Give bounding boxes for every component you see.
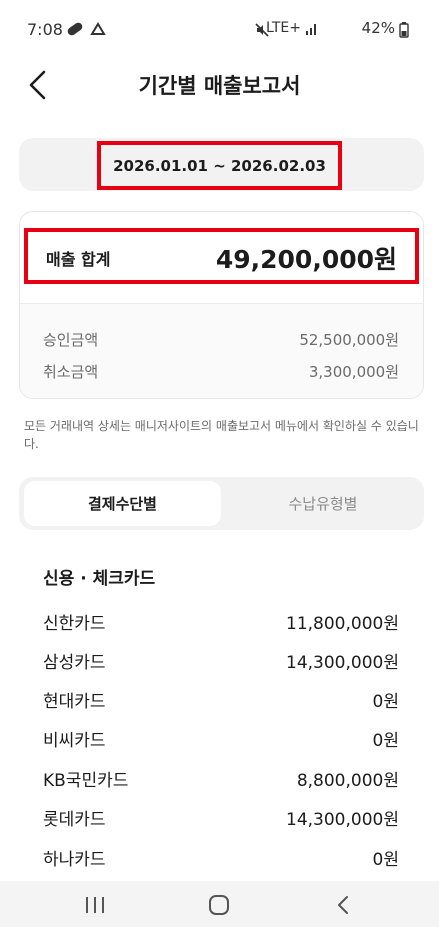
list-item: 롯데카드 14,300,000원 [43,805,399,835]
card-amount: 0원 [372,692,399,712]
page-title: 기간별 매출보고서 [138,74,301,98]
card-amount: 14,300,000원 [286,810,399,830]
status-bar: 7:08 LTE+ 42% [0,0,439,62]
date-range[interactable]: 2026.01.01 ~ 2026.02.03 [97,141,342,190]
card-name: 현대카드 [43,692,106,712]
system-nav-bar [0,881,439,927]
sales-total-value: 49,200,000원 [215,245,397,274]
battery-icon [399,22,409,38]
status-time: 7:08 [27,20,63,39]
card-name: 롯데카드 [43,810,106,830]
app-header: 기간별 매출보고서 [0,62,439,108]
cancelled-amount-label: 취소금액 [43,363,99,381]
nav-back-button[interactable] [323,891,363,919]
signal-icon [306,24,316,35]
list-item: 삼성카드 14,300,000원 [43,648,399,678]
card-name: KB국민카드 [43,771,129,791]
summary-detail-panel [20,303,423,398]
list-item: 비씨카드 0원 [43,726,399,756]
card-amount: 14,300,000원 [286,653,399,673]
list-item: KB국민카드 8,800,000원 [43,766,399,796]
approved-amount-value: 52,500,000원 [299,331,399,349]
network-label: LTE+ [266,20,301,36]
card-name: 삼성카드 [43,653,106,673]
card-amount: 0원 [372,731,399,751]
triangle-icon [90,22,106,35]
card-name: 비씨카드 [43,731,106,751]
cancelled-amount-value: 3,300,000원 [308,363,399,381]
card-name: 신한카드 [43,614,106,634]
list-item: 신한카드 11,800,000원 [43,609,399,639]
sales-total-box: 매출 합계 49,200,000원 [24,228,419,284]
nav-back-icon [338,896,348,914]
recents-button[interactable] [75,891,115,919]
list-item: 하나카드 0원 [43,845,399,875]
home-icon [209,895,229,915]
card-amount: 8,800,000원 [296,771,399,791]
approved-amount-label: 승인금액 [43,331,99,349]
sales-total-label: 매출 합계 [46,250,111,269]
card-amount: 11,800,000원 [286,614,399,634]
battery-percent: 42% [361,19,395,37]
pill-icon [67,22,83,36]
tab-switcher: 결제수단별 수납유형별 [19,477,424,530]
card-name: 하나카드 [43,850,106,870]
card-amount: 0원 [372,850,399,870]
tab-payment-method[interactable]: 결제수단별 [24,481,221,526]
home-button[interactable] [199,891,239,919]
tab-payment-type[interactable]: 수납유형별 [227,481,419,526]
section-title: 신용 · 체크카드 [43,569,156,589]
recents-icon [86,897,104,913]
notice-text: 모든 거래내역 상세는 매니저사이트의 매출보고서 메뉴에서 확인하실 수 있습… [24,419,419,451]
list-item: 현대카드 0원 [43,687,399,717]
